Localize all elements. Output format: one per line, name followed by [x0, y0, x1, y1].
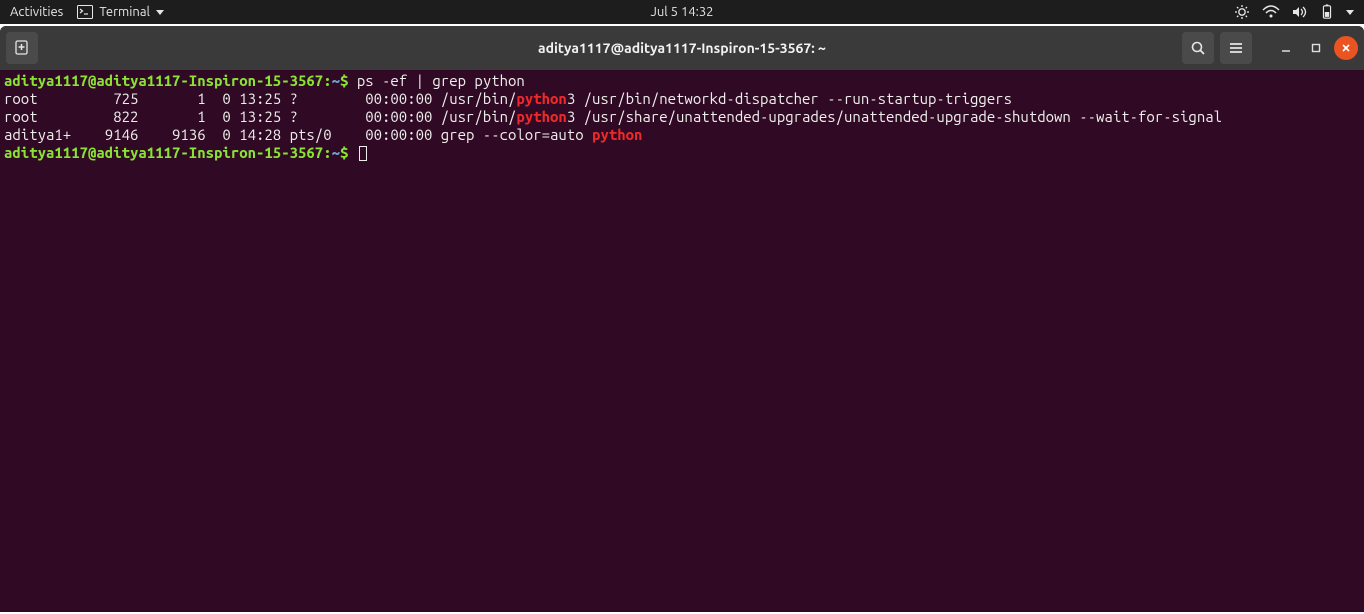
titlebar-left — [6, 32, 38, 64]
prompt-sigil: $ — [340, 144, 348, 161]
terminal-window: aditya1117@aditya1117-Inspiron-15-3567: … — [0, 26, 1364, 612]
minimize-button[interactable] — [1274, 36, 1298, 60]
hamburger-menu-button[interactable] — [1220, 32, 1252, 64]
night-light-icon[interactable] — [1234, 4, 1250, 20]
gnome-top-bar: Activities Terminal Jul 5 14:32 — [0, 0, 1364, 24]
search-button[interactable] — [1182, 32, 1214, 64]
terminal-output[interactable]: aditya1117@aditya1117-Inspiron-15-3567:~… — [0, 70, 1364, 612]
chevron-down-icon — [156, 10, 164, 15]
titlebar-right — [1182, 32, 1358, 64]
output-row: root 822 1 0 13:25 ? 00:00:00 /usr/bin/ — [4, 108, 516, 125]
terminal-cursor — [359, 146, 367, 161]
output-row-tail: 3 /usr/bin/networkd-dispatcher --run-sta… — [567, 90, 1012, 107]
topbar-left: Activities Terminal — [10, 5, 164, 19]
window-title: aditya1117@aditya1117-Inspiron-15-3567: … — [538, 40, 826, 56]
battery-icon[interactable] — [1320, 4, 1334, 20]
grep-match: python — [592, 126, 642, 143]
close-button[interactable] — [1334, 36, 1358, 60]
terminal-icon — [77, 5, 93, 19]
grep-match: python — [516, 108, 566, 125]
prompt-sep: : — [323, 72, 331, 89]
prompt-path: ~ — [332, 144, 340, 161]
prompt-sigil: $ — [340, 72, 348, 89]
command-text: ps -ef | grep python — [357, 72, 525, 89]
volume-icon[interactable] — [1292, 5, 1308, 19]
activities-button[interactable]: Activities — [10, 5, 63, 19]
output-row: aditya1+ 9146 9136 0 14:28 pts/0 00:00:0… — [4, 126, 592, 143]
prompt-path: ~ — [332, 72, 340, 89]
grep-match: python — [516, 90, 566, 107]
app-menu-label: Terminal — [99, 5, 150, 19]
network-icon[interactable] — [1262, 5, 1280, 19]
output-row: root 725 1 0 13:25 ? 00:00:00 /usr/bin/ — [4, 90, 516, 107]
app-menu[interactable]: Terminal — [77, 5, 164, 19]
clock-label: Jul 5 14:32 — [650, 5, 713, 19]
system-tray — [1234, 4, 1354, 20]
new-tab-button[interactable] — [6, 32, 38, 64]
system-menu-arrow-icon[interactable] — [1346, 10, 1354, 15]
prompt-sep: : — [323, 144, 331, 161]
prompt-user-host: aditya1117@aditya1117-Inspiron-15-3567 — [4, 144, 323, 161]
prompt-user-host: aditya1117@aditya1117-Inspiron-15-3567 — [4, 72, 323, 89]
output-row-tail: 3 /usr/share/unattended-upgrades/unatten… — [567, 108, 1222, 125]
activities-label: Activities — [10, 5, 63, 19]
window-titlebar: aditya1117@aditya1117-Inspiron-15-3567: … — [0, 26, 1364, 70]
maximize-button[interactable] — [1304, 36, 1328, 60]
clock[interactable]: Jul 5 14:32 — [650, 5, 713, 19]
